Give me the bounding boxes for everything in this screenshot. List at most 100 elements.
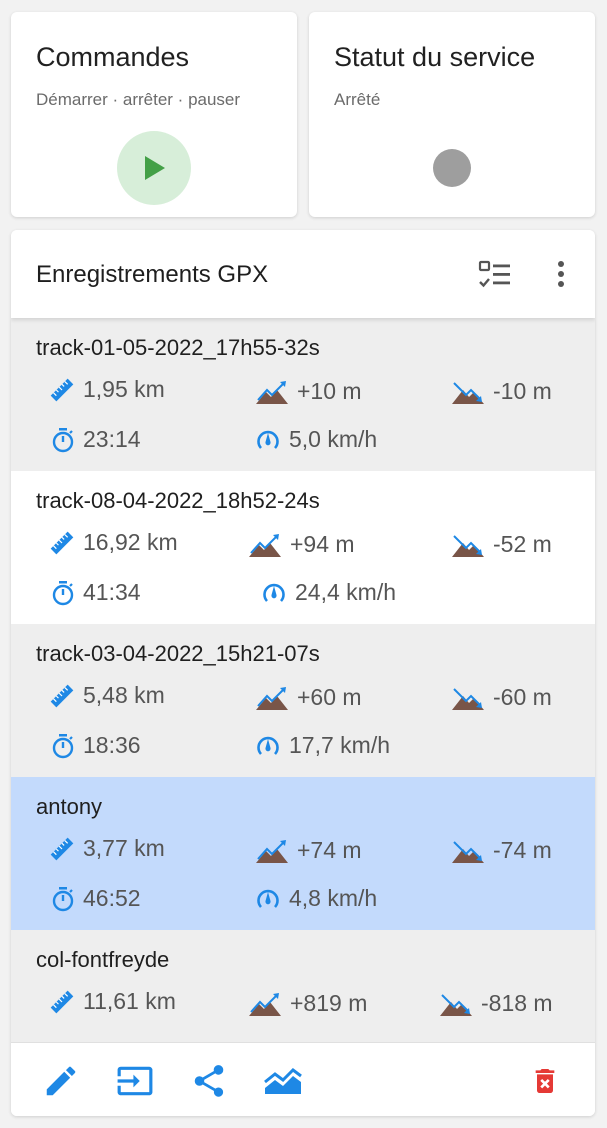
play-button[interactable] — [117, 131, 191, 205]
descent-value: -818 m — [481, 990, 553, 1016]
track-name: col-fontfreyde — [36, 947, 170, 972]
service-status-card: Statut du service Arrêté — [309, 12, 595, 217]
track-duration: 41:34 — [51, 579, 141, 606]
gpx-header: Enregistrements GPX — [11, 230, 595, 318]
ascent-icon — [256, 380, 288, 404]
ascent-value: +10 m — [297, 378, 362, 404]
ruler-icon — [50, 684, 74, 707]
ascent-icon — [256, 839, 288, 863]
descent-value: -52 m — [493, 531, 552, 557]
delete-icon — [535, 1069, 555, 1093]
track-speed: 4,8 km/h — [255, 885, 377, 912]
track-speed: 5,0 km/h — [255, 426, 377, 453]
track-speed: 17,7 km/h — [255, 732, 390, 759]
ruler-icon — [50, 990, 74, 1013]
track-ascent: +74 m — [255, 837, 362, 864]
descent-value: -10 m — [493, 378, 552, 404]
track-row[interactable]: track-03-04-2022_15h21-07s 5,48 km +60 m -6… — [11, 624, 595, 777]
track-descent: -10 m — [451, 378, 552, 405]
edit-icon — [46, 1066, 76, 1096]
gpx-recordings-card: Enregistrements GPX track-01-05-2022_17h… — [11, 230, 595, 1116]
status-indicator — [433, 149, 471, 187]
track-descent: -818 m — [439, 990, 553, 1017]
track-descent: -74 m — [451, 837, 552, 864]
import-icon — [117, 1066, 153, 1096]
service-status-text: Arrêté — [334, 90, 381, 109]
track-name: track-03-04-2022_15h21-07s — [36, 641, 320, 666]
track-ascent: +819 m — [248, 990, 367, 1017]
duration-value: 23:14 — [83, 426, 141, 452]
ruler-icon — [50, 531, 74, 554]
duration-value: 46:52 — [83, 885, 141, 911]
track-row[interactable]: track-01-05-2022_17h55-32s 1,95 km +10 m -1… — [11, 318, 595, 471]
track-ascent: +10 m — [255, 378, 362, 405]
track-duration: 23:14 — [51, 426, 141, 453]
import-button[interactable] — [115, 1061, 155, 1101]
speed-icon — [263, 583, 285, 602]
distance-value: 11,61 km — [83, 988, 176, 1014]
distance-value: 3,77 km — [83, 835, 165, 861]
distance-value: 1,95 km — [83, 376, 165, 402]
play-icon — [145, 156, 165, 180]
track-row[interactable]: track-08-04-2022_18h52-24s 16,92 km +94 m -… — [11, 471, 595, 624]
timer-icon — [52, 580, 74, 605]
speed-icon — [257, 430, 279, 449]
service-status-title: Statut du service — [334, 42, 536, 72]
share-button[interactable] — [189, 1061, 229, 1101]
checklist-button[interactable] — [477, 258, 513, 290]
ascent-value: +94 m — [290, 531, 355, 557]
chart-icon — [264, 1068, 302, 1094]
speed-value: 5,0 km/h — [289, 426, 378, 452]
track-speed: 24,4 km/h — [261, 579, 396, 606]
delete-button[interactable] — [525, 1061, 565, 1101]
commands-card: Commandes Démarrer · arrêter · pauser — [11, 12, 297, 217]
track-distance: 5,48 km — [49, 682, 165, 709]
track-distance: 16,92 km — [49, 529, 178, 556]
distance-value: 16,92 km — [83, 529, 178, 555]
speed-icon — [257, 889, 279, 908]
speed-value: 4,8 km/h — [289, 885, 378, 911]
commands-title: Commandes — [36, 42, 190, 72]
track-name: track-01-05-2022_17h55-32s — [36, 335, 320, 360]
edit-button[interactable] — [41, 1061, 81, 1101]
timer-icon — [52, 733, 74, 758]
chart-button[interactable] — [263, 1061, 303, 1101]
share-icon — [194, 1065, 224, 1097]
track-descent: -60 m — [451, 684, 552, 711]
ruler-icon — [50, 378, 74, 401]
track-name: track-08-04-2022_18h52-24s — [36, 488, 320, 513]
duration-value: 41:34 — [83, 579, 141, 605]
track-distance: 3,77 km — [49, 835, 165, 862]
track-row[interactable]: col-fontfreyde 11,61 km +819 m -818 m — [11, 930, 595, 1042]
descent-value: -60 m — [493, 684, 552, 710]
gpx-title: Enregistrements GPX — [36, 261, 269, 288]
track-name: antony — [36, 794, 103, 819]
duration-value: 18:36 — [83, 732, 141, 758]
descent-icon — [440, 993, 472, 1016]
commands-subtitle: Démarrer · arrêter · pauser — [36, 90, 241, 109]
ascent-value: +74 m — [297, 837, 362, 863]
ascent-value: +60 m — [297, 684, 362, 710]
ascent-icon — [249, 992, 281, 1016]
timer-icon — [52, 886, 74, 911]
bottom-action-bar — [11, 1042, 595, 1116]
ascent-icon — [249, 533, 281, 557]
speed-value: 17,7 km/h — [289, 732, 390, 758]
checklist-icon — [478, 260, 510, 288]
track-row[interactable]: antony 3,77 km +74 m -74 m 46:52 4,8 km/h — [11, 777, 595, 930]
ruler-icon — [50, 837, 74, 860]
descent-icon — [452, 381, 484, 404]
track-ascent: +60 m — [255, 684, 362, 711]
track-list[interactable]: track-01-05-2022_17h55-32s 1,95 km +10 m -1… — [11, 318, 595, 1042]
more-options-button[interactable] — [549, 258, 573, 290]
track-ascent: +94 m — [248, 531, 355, 558]
descent-icon — [452, 840, 484, 863]
track-duration: 46:52 — [51, 885, 141, 912]
ascent-icon — [256, 686, 288, 710]
track-distance: 1,95 km — [49, 376, 165, 403]
descent-value: -74 m — [493, 837, 552, 863]
descent-icon — [452, 534, 484, 557]
track-duration: 18:36 — [51, 732, 141, 759]
more-vert-icon — [558, 261, 564, 287]
speed-icon — [257, 736, 279, 755]
